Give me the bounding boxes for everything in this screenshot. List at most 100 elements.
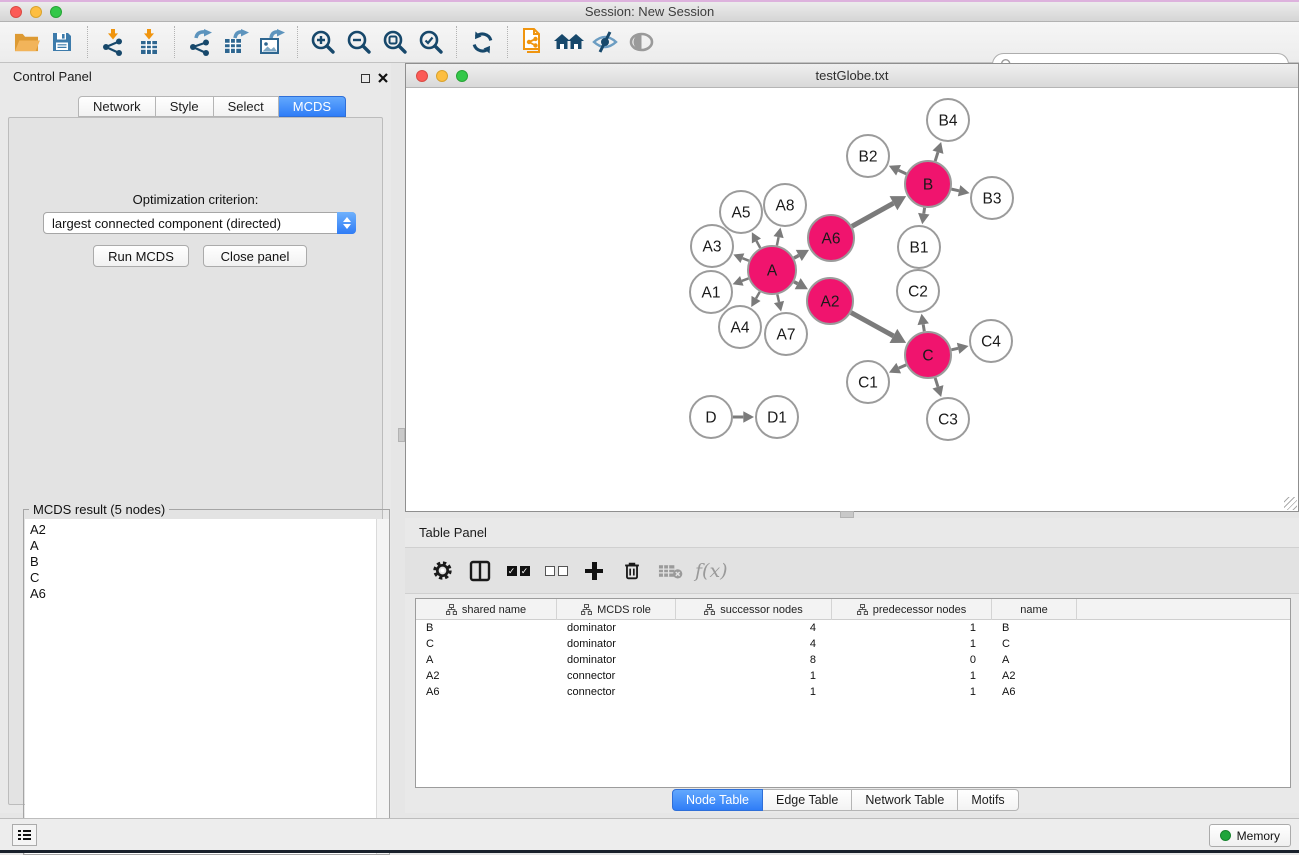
table-cell[interactable]: B: [416, 620, 557, 636]
table-cell[interactable]: A2: [992, 668, 1077, 684]
table-cell[interactable]: C: [992, 636, 1077, 652]
show-all-button[interactable]: [623, 25, 659, 59]
table-cell[interactable]: B: [992, 620, 1077, 636]
edge-A-A3[interactable]: [742, 258, 748, 261]
task-history-button[interactable]: [12, 824, 37, 846]
horizontal-divider-handle[interactable]: [840, 511, 854, 518]
tab-motifs[interactable]: Motifs: [958, 789, 1018, 811]
table-cell[interactable]: A6: [992, 684, 1077, 700]
node-table[interactable]: shared nameMCDS rolesuccessor nodesprede…: [415, 598, 1291, 788]
table-cell[interactable]: 1: [832, 620, 992, 636]
tab-node-table[interactable]: Node Table: [672, 789, 763, 811]
edge-C-C2[interactable]: [923, 324, 924, 331]
table-cell[interactable]: connector: [557, 668, 676, 684]
column-header-name[interactable]: name: [992, 599, 1077, 620]
edge-A-A8[interactable]: [777, 237, 779, 245]
zoom-in-button[interactable]: [305, 25, 341, 59]
table-cell[interactable]: A6: [416, 684, 557, 700]
close-panel-button[interactable]: [377, 72, 389, 84]
result-item[interactable]: C: [30, 570, 376, 586]
table-row[interactable]: Cdominator41C: [416, 636, 1290, 652]
open-file-button[interactable]: [8, 25, 44, 59]
table-cell[interactable]: A2: [416, 668, 557, 684]
edge-C-C1[interactable]: [899, 365, 906, 368]
show-columns-button[interactable]: [461, 553, 499, 589]
column-header-shared-name[interactable]: shared name: [416, 599, 557, 620]
table-cell[interactable]: 1: [832, 636, 992, 652]
edge-B-B4[interactable]: [935, 152, 938, 161]
import-network-button[interactable]: [95, 25, 131, 59]
tab-network-table[interactable]: Network Table: [852, 789, 958, 811]
tab-network[interactable]: Network: [78, 96, 156, 117]
run-mcds-button[interactable]: Run MCDS: [93, 245, 189, 267]
window-resize-grip[interactable]: [1284, 497, 1297, 510]
table-cell[interactable]: 1: [832, 684, 992, 700]
network-canvas[interactable]: B4B2BB3A8A5A6A3B1AA1C2A2A4A7C4CC1C3DD1: [406, 88, 1298, 511]
new-network-from-selection-button[interactable]: [515, 25, 551, 59]
table-cell[interactable]: dominator: [557, 652, 676, 668]
table-cell[interactable]: connector: [557, 684, 676, 700]
table-cell[interactable]: 4: [676, 620, 832, 636]
open-browser-button[interactable]: [551, 25, 587, 59]
table-row[interactable]: Bdominator41B: [416, 620, 1290, 636]
table-cell[interactable]: 1: [676, 684, 832, 700]
criterion-select[interactable]: largest connected component (directed): [43, 212, 356, 234]
float-panel-button[interactable]: [359, 72, 371, 84]
edge-A-A2[interactable]: [794, 282, 798, 284]
table-cell[interactable]: 4: [676, 636, 832, 652]
edge-A-A7[interactable]: [777, 294, 779, 302]
result-item[interactable]: A6: [30, 586, 376, 602]
edge-B-B2[interactable]: [899, 170, 907, 174]
export-network-button[interactable]: [182, 25, 218, 59]
table-cell[interactable]: 1: [676, 668, 832, 684]
mcds-result-list[interactable]: A2ABCA6: [25, 519, 389, 854]
zoom-fit-button[interactable]: [377, 25, 413, 59]
select-all-button[interactable]: ✓ ✓: [499, 553, 537, 589]
edge-B-B3[interactable]: [951, 189, 959, 191]
deselect-all-button[interactable]: [537, 553, 575, 589]
tab-style[interactable]: Style: [156, 96, 214, 117]
memory-button[interactable]: Memory: [1209, 824, 1291, 847]
table-cell[interactable]: 0: [832, 652, 992, 668]
export-image-button[interactable]: [254, 25, 290, 59]
delete-column-button[interactable]: [613, 553, 651, 589]
zoom-selected-button[interactable]: [413, 25, 449, 59]
zoom-out-button[interactable]: [341, 25, 377, 59]
vertical-divider-handle[interactable]: [398, 428, 405, 442]
table-cell[interactable]: A: [992, 652, 1077, 668]
table-row[interactable]: Adominator80A: [416, 652, 1290, 668]
save-session-button[interactable]: [44, 25, 80, 59]
tab-edge-table[interactable]: Edge Table: [763, 789, 852, 811]
import-table-button[interactable]: [131, 25, 167, 59]
tab-mcds[interactable]: MCDS: [279, 96, 346, 117]
result-scrollbar[interactable]: [376, 519, 389, 854]
table-cell[interactable]: dominator: [557, 620, 676, 636]
table-cell[interactable]: dominator: [557, 636, 676, 652]
column-header-predecessor-nodes[interactable]: predecessor nodes: [832, 599, 992, 620]
export-table-button[interactable]: [218, 25, 254, 59]
create-column-button[interactable]: [575, 553, 613, 589]
edge-C-C4[interactable]: [951, 348, 958, 349]
edge-A-A5[interactable]: [756, 241, 760, 248]
network-window-titlebar[interactable]: testGlobe.txt: [406, 64, 1298, 88]
edge-A6-B[interactable]: [852, 203, 894, 226]
refresh-layout-button[interactable]: [464, 25, 500, 59]
edge-C-C3[interactable]: [935, 378, 938, 387]
close-panel-button-mcds[interactable]: Close panel: [203, 245, 307, 267]
edge-B-B1[interactable]: [924, 208, 925, 214]
edge-A2-C[interactable]: [851, 313, 893, 336]
hide-selected-button[interactable]: [587, 25, 623, 59]
result-item[interactable]: B: [30, 554, 376, 570]
result-item[interactable]: A: [30, 538, 376, 554]
table-settings-button[interactable]: [423, 553, 461, 589]
edge-A-A1[interactable]: [742, 278, 749, 280]
column-header-MCDS-role[interactable]: MCDS role: [557, 599, 676, 620]
table-cell[interactable]: 1: [832, 668, 992, 684]
table-cell[interactable]: C: [416, 636, 557, 652]
network-graph[interactable]: B4B2BB3A8A5A6A3B1AA1C2A2A4A7C4CC1C3DD1: [406, 88, 1298, 511]
edge-A-A6[interactable]: [794, 255, 799, 258]
column-header-successor-nodes[interactable]: successor nodes: [676, 599, 832, 620]
result-item[interactable]: A2: [30, 522, 376, 538]
edge-A-A4[interactable]: [756, 292, 760, 299]
tab-select[interactable]: Select: [214, 96, 279, 117]
